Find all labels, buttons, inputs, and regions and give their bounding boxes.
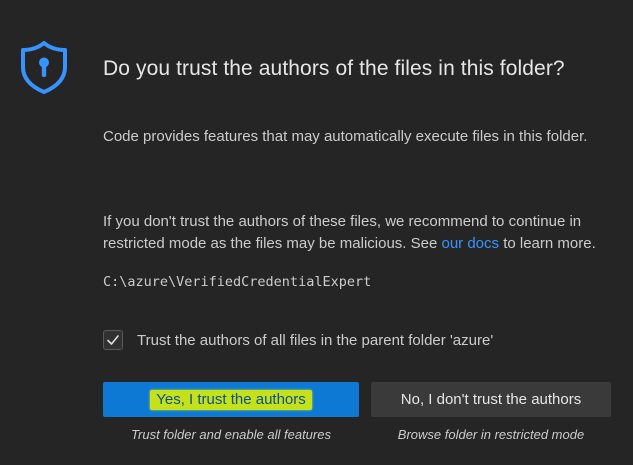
folder-path: C:\azure\VerifiedCredentialExpert <box>103 274 372 290</box>
warning-text-after-link: to learn more. <box>499 234 596 252</box>
shield-keyhole-icon <box>16 39 72 95</box>
trust-button[interactable]: Yes, I trust the authors <box>103 382 359 417</box>
trust-button-label: Yes, I trust the authors <box>150 389 312 410</box>
checkmark-icon <box>107 335 119 345</box>
description-paragraph: Code provides features that may automati… <box>103 128 588 145</box>
trust-parent-checkbox[interactable] <box>103 330 123 350</box>
dialog-title: Do you trust the authors of the files in… <box>103 57 565 80</box>
warning-paragraph: If you don't trust the authors of these … <box>103 211 613 254</box>
trust-button-caption: Trust folder and enable all features <box>131 427 331 442</box>
trust-parent-label: Trust the authors of all files in the pa… <box>137 331 494 349</box>
workspace-trust-dialog: Do you trust the authors of the files in… <box>0 0 633 465</box>
dont-trust-button-caption: Browse folder in restricted mode <box>397 427 585 442</box>
docs-link[interactable]: our docs <box>441 235 499 252</box>
dont-trust-button[interactable]: No, I don't trust the authors <box>371 382 611 417</box>
trust-parent-row: Trust the authors of all files in the pa… <box>103 330 493 350</box>
